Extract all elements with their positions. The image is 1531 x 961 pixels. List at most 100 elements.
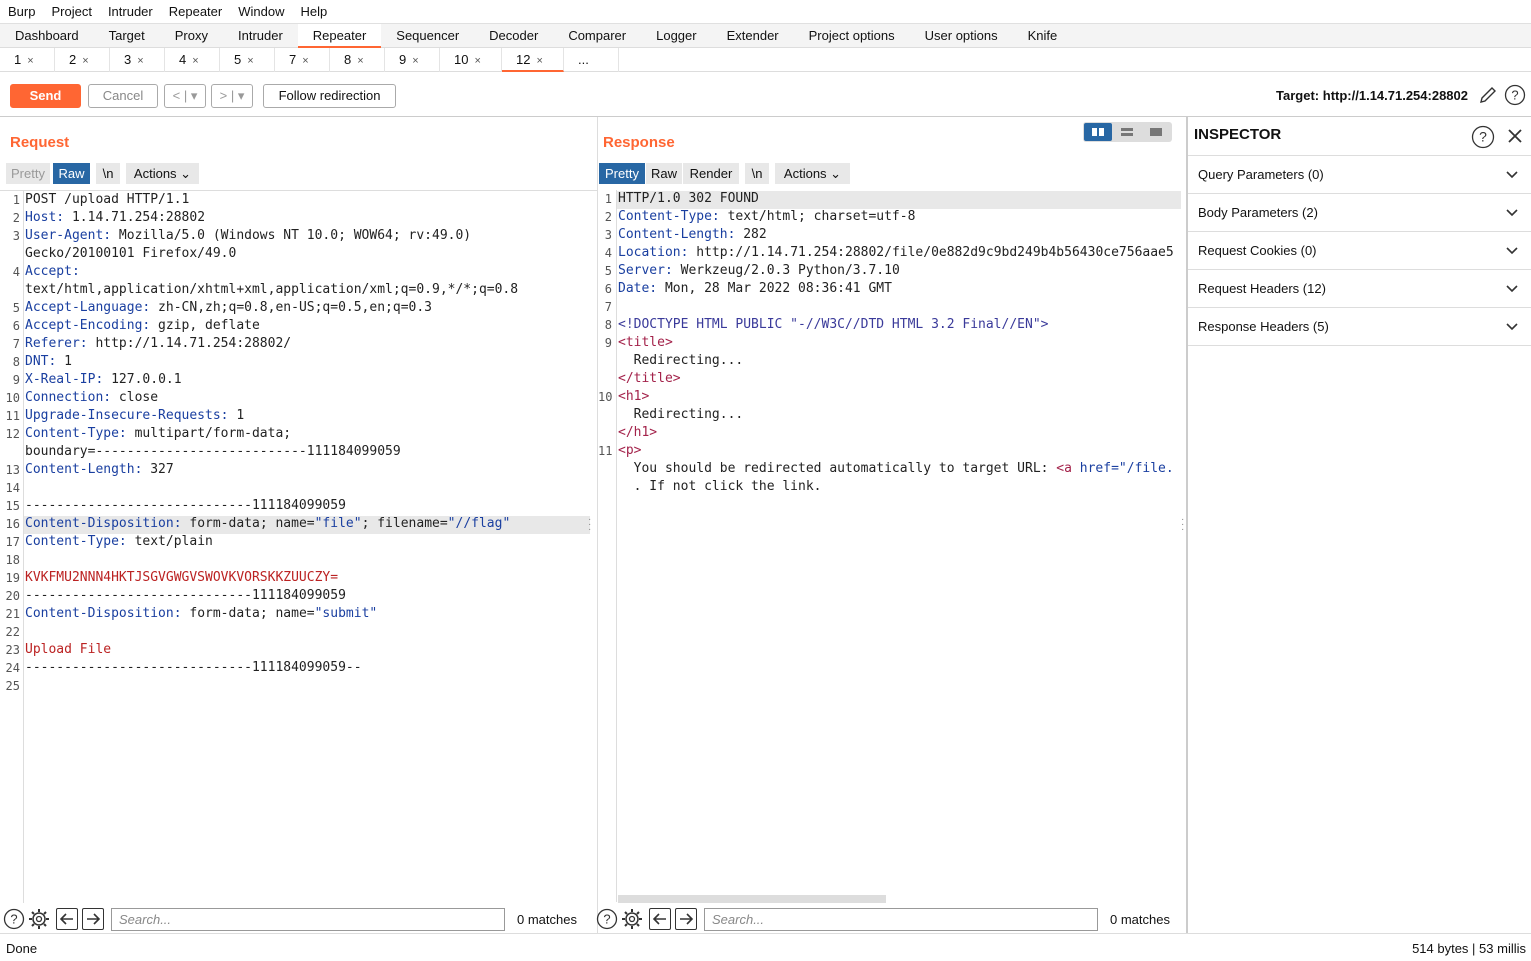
response-help-icon[interactable]: ? xyxy=(596,908,618,930)
repeater-tab-1[interactable]: 1 × xyxy=(0,48,55,72)
close-tab-icon[interactable]: × xyxy=(192,55,198,67)
repeater-tab-12[interactable]: 12 × xyxy=(502,48,564,72)
request-raw-tab[interactable]: Raw xyxy=(53,163,90,184)
menu-burp[interactable]: Burp xyxy=(0,4,43,19)
request-newline-toggle[interactable]: \n xyxy=(96,163,120,184)
tab-target[interactable]: Target xyxy=(94,24,160,48)
chevron-down-icon xyxy=(1505,308,1519,360)
splitter-handle-right[interactable]: · · · xyxy=(1181,515,1185,535)
tab-sequencer[interactable]: Sequencer xyxy=(381,24,474,48)
request-next-match-icon[interactable] xyxy=(82,908,104,930)
line-number: 8 xyxy=(12,355,20,369)
history-forward-button[interactable]: > | ▾ xyxy=(211,84,253,108)
inspector-section-request-cookies[interactable]: Request Cookies (0) xyxy=(1188,232,1531,270)
repeater-tab-2[interactable]: 2 × xyxy=(55,48,110,72)
history-back-button[interactable]: < | ▾ xyxy=(164,84,206,108)
code-line: <title> xyxy=(618,334,1181,352)
header-name: Accept-Language: xyxy=(25,300,151,315)
repeater-tab-7[interactable]: 7 × xyxy=(275,48,330,72)
inspector-section-request-headers[interactable]: Request Headers (12) xyxy=(1188,270,1531,308)
close-tab-icon[interactable]: × xyxy=(27,55,33,67)
repeater-tab-label: 5 xyxy=(234,52,242,67)
close-tab-icon[interactable]: × xyxy=(137,55,143,67)
response-raw-tab[interactable]: Raw xyxy=(646,163,682,184)
response-editor[interactable]: 1 2 3 4 5 6 7 8 9 10 11 HTTP/1.0 302 FOUND Content-… xyxy=(598,190,1182,903)
request-search-input[interactable]: Search... xyxy=(111,908,505,931)
repeater-tab-label: ... xyxy=(578,52,589,67)
edit-target-icon[interactable] xyxy=(1478,85,1498,105)
tab-comparer[interactable]: Comparer xyxy=(553,24,641,48)
repeater-tab-more[interactable]: ... xyxy=(564,48,619,72)
inspector-section-query-parameters[interactable]: Query Parameters (0) xyxy=(1188,156,1531,194)
tab-extender[interactable]: Extender xyxy=(712,24,794,48)
response-prev-match-icon[interactable] xyxy=(649,908,671,930)
close-tab-icon[interactable]: × xyxy=(247,55,253,67)
close-tab-icon[interactable]: × xyxy=(536,55,542,67)
help-icon[interactable]: ? xyxy=(1504,84,1526,106)
request-editor[interactable]: 1 2 3 4 5 6 7 8 9 10 11 12 13 14 15 16 17 18 19 20 21 22 23 24 2… xyxy=(0,190,597,903)
header-value: You should be redirected automatically t… xyxy=(618,461,1057,476)
html-tag: </title> xyxy=(618,371,681,386)
tab-user-options[interactable]: User options xyxy=(910,24,1013,48)
tab-dashboard[interactable]: Dashboard xyxy=(0,24,94,48)
request-prev-match-icon[interactable] xyxy=(56,908,78,930)
close-tab-icon[interactable]: × xyxy=(412,55,418,67)
request-pretty-tab[interactable]: Pretty xyxy=(6,163,50,184)
inspector-section-body-parameters[interactable]: Body Parameters (2) xyxy=(1188,194,1531,232)
menu-repeater[interactable]: Repeater xyxy=(161,4,230,19)
cancel-button[interactable]: Cancel xyxy=(88,84,158,108)
tab-knife[interactable]: Knife xyxy=(1013,24,1073,48)
inspector-close-icon[interactable] xyxy=(1506,127,1524,145)
layout-side-by-side-icon[interactable] xyxy=(1084,123,1112,141)
header-name: Content-Length: xyxy=(618,227,736,242)
repeater-tab-8[interactable]: 8 × xyxy=(330,48,385,72)
response-horizontal-scrollbar[interactable] xyxy=(618,895,886,903)
inspector-help-icon[interactable]: ? xyxy=(1471,125,1495,149)
menu-project[interactable]: Project xyxy=(43,4,99,19)
repeater-tab-5[interactable]: 5 × xyxy=(220,48,275,72)
response-pretty-tab[interactable]: Pretty xyxy=(599,163,645,184)
header-name: Upgrade-Insecure-Requests: xyxy=(25,408,229,423)
tab-project-options[interactable]: Project options xyxy=(794,24,910,48)
close-tab-icon[interactable]: × xyxy=(474,55,480,67)
request-actions-menu[interactable]: Actions ⌄ xyxy=(126,163,199,184)
line-number: 23 xyxy=(5,643,20,657)
request-settings-icon[interactable] xyxy=(28,908,50,930)
close-tab-icon[interactable]: × xyxy=(302,55,308,67)
menu-intruder[interactable]: Intruder xyxy=(100,4,161,19)
splitter-handle[interactable]: · · · xyxy=(588,515,592,535)
response-render-tab[interactable]: Render xyxy=(683,163,739,184)
inspector-section-response-headers[interactable]: Response Headers (5) xyxy=(1188,308,1531,346)
layout-tabs-icon[interactable] xyxy=(1142,123,1170,141)
tab-proxy[interactable]: Proxy xyxy=(160,24,223,48)
header-value: Mozilla/5.0 (Windows NT 10.0; WOW64; rv:… xyxy=(111,228,472,243)
close-tab-icon[interactable]: × xyxy=(82,55,88,67)
response-next-match-icon[interactable] xyxy=(675,908,697,930)
follow-redirection-button[interactable]: Follow redirection xyxy=(263,84,396,108)
tab-intruder[interactable]: Intruder xyxy=(223,24,298,48)
tab-logger[interactable]: Logger xyxy=(641,24,711,48)
layout-stacked-icon[interactable] xyxy=(1113,123,1141,141)
repeater-tab-label: 7 xyxy=(289,52,297,67)
tab-repeater[interactable]: Repeater xyxy=(297,24,382,48)
response-settings-icon[interactable] xyxy=(621,908,643,930)
menu-help[interactable]: Help xyxy=(292,4,335,19)
header-value: Werkzeug/2.0.3 Python/3.7.10 xyxy=(672,263,900,278)
html-tag: </h1> xyxy=(618,425,658,440)
response-search-input[interactable]: Search... xyxy=(704,908,1098,931)
repeater-tab-9[interactable]: 9 × xyxy=(385,48,440,72)
tab-decoder[interactable]: Decoder xyxy=(474,24,553,48)
body-value: KVKFMU2NNN4HKTJSGVGWGVSWOVKVORSKKZUUCZY= xyxy=(25,570,339,585)
request-help-icon[interactable]: ? xyxy=(3,908,25,930)
response-newline-toggle[interactable]: \n xyxy=(745,163,769,184)
response-actions-menu[interactable]: Actions ⌄ xyxy=(775,163,850,184)
send-button[interactable]: Send xyxy=(10,84,81,108)
menu-window[interactable]: Window xyxy=(230,4,292,19)
line-number: 18 xyxy=(5,553,20,567)
header-value: Redirecting... xyxy=(618,407,744,422)
repeater-tab-10[interactable]: 10 × xyxy=(440,48,502,72)
repeater-tab-4[interactable]: 4 × xyxy=(165,48,220,72)
close-tab-icon[interactable]: × xyxy=(357,55,363,67)
repeater-tab-3[interactable]: 3 × xyxy=(110,48,165,72)
